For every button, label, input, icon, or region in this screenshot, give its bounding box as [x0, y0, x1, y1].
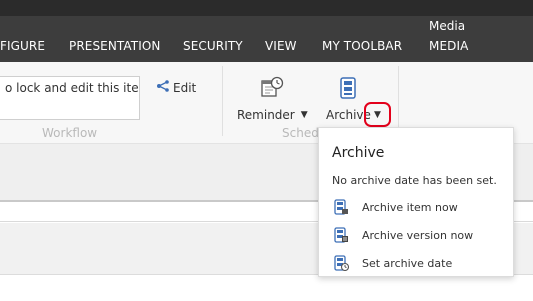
- reminder-icon: [260, 76, 284, 104]
- workflow-group-label: Workflow: [42, 126, 98, 140]
- workflow-notice: o lock and edit this item.: [0, 76, 140, 120]
- set-archive-date-option[interactable]: Set archive date: [333, 253, 452, 273]
- menu-item-label: Archive version now: [362, 228, 474, 242]
- archive-item-icon: [333, 199, 349, 215]
- menu-item-label: Archive item now: [362, 200, 458, 214]
- context-tab-group-label: Media: [429, 19, 466, 33]
- archive-item-now-option[interactable]: Archive item now: [333, 197, 458, 217]
- tab-view[interactable]: VIEW: [265, 39, 297, 53]
- dropdown-title: Archive: [332, 145, 385, 161]
- workflow-notice-text: o lock and edit this item.: [5, 81, 140, 95]
- menu-item-label: Set archive date: [362, 256, 453, 270]
- reminder-button[interactable]: Reminder ▼: [237, 76, 308, 122]
- archive-dropdown-menu: Archive No archive date has been set. Ar…: [318, 127, 514, 277]
- tab-media[interactable]: MEDIA: [429, 39, 468, 53]
- archive-status-message: No archive date has been set.: [332, 174, 497, 187]
- tab-my-toolbar[interactable]: MY TOOLBAR: [322, 39, 402, 53]
- archive-dropdown-toggle[interactable]: ▼: [364, 102, 391, 127]
- edit-icon: [156, 80, 170, 95]
- archive-version-now-option[interactable]: Archive version now: [333, 225, 473, 245]
- tab-configure[interactable]: FIGURE: [0, 39, 45, 53]
- archive-icon: [338, 76, 358, 104]
- group-separator: [222, 66, 223, 136]
- top-strip: [0, 0, 533, 16]
- chevron-down-icon: ▼: [374, 109, 381, 120]
- archive-version-icon: [333, 227, 349, 243]
- group-separator: [398, 66, 399, 136]
- edit-button-label: Edit: [173, 80, 197, 95]
- chevron-down-icon: ▼: [300, 110, 308, 120]
- set-archive-date-icon: [333, 255, 349, 271]
- tab-security[interactable]: SECURITY: [183, 39, 243, 53]
- tab-presentation[interactable]: PRESENTATION: [69, 39, 161, 53]
- edit-button[interactable]: Edit: [156, 80, 196, 95]
- reminder-label: Reminder: [237, 108, 295, 122]
- ribbon-tab-bar: Media FIGURE PRESENTATION SECURITY VIEW …: [0, 16, 533, 62]
